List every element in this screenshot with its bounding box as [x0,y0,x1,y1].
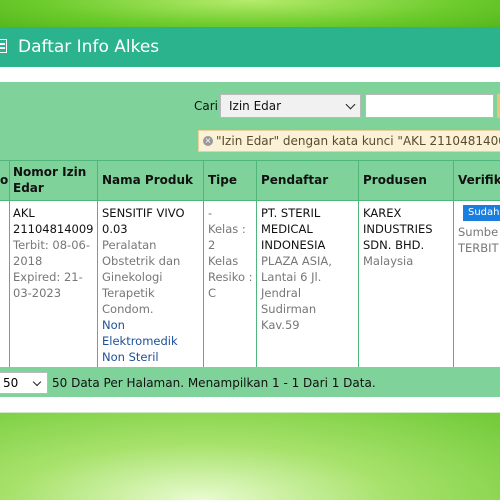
produsen-country: Malaysia [363,254,414,268]
per-page-value: 50 [3,376,19,390]
search-input[interactable] [365,94,494,118]
table-row-verifikasi: Sumbe TERBIT [458,224,500,256]
search-label: Cari [194,99,218,113]
header-verifikasi[interactable]: Verifika [458,160,500,200]
header-produsen[interactable]: Produsen [363,160,451,200]
column-divider [453,160,454,367]
results-table: o Nomor Izin Edar Nama Produk Tipe Penda… [0,160,500,367]
column-divider [203,160,204,367]
pagination-summary: 50 Data Per Halaman. Menampilkan 1 - 1 D… [52,376,376,390]
pendaftar-name: PT. STERIL MEDICAL INDONESIA [261,206,326,252]
izin-expired: Expired: 21-03-2023 [13,270,83,300]
header-pendaftar[interactable]: Pendaftar [261,160,356,200]
produk-category: Non Elektromedik Non Steril [102,318,178,364]
header-nomor-izin[interactable]: Nomor Izin Edar [13,160,93,200]
column-divider [97,160,98,367]
table-icon [0,39,7,53]
table-row-tipe: - Kelas : 2 Kelas Resiko : C [208,205,254,301]
column-divider [256,160,257,367]
izin-terbit: Terbit: 08-06-2018 [13,238,90,268]
chevron-down-icon [32,377,42,387]
pendaftar-address: PLAZA ASIA, Lantai 6 Jl. Jendral Sudirma… [261,254,332,332]
tipe-dash: - [208,206,213,220]
table-row-pendaftar: PT. STERIL MEDICAL INDONESIA PLAZA ASIA,… [261,205,356,333]
produk-name: SENSITIF VIVO 0.03 [102,206,185,236]
verifikasi-sumber: Sumbe [458,225,499,239]
produk-desc: Peralatan Obstetrik dan Ginekologi Terap… [102,238,181,316]
column-divider [358,160,359,367]
header-no[interactable]: o [0,160,9,200]
background-bottom [0,412,500,500]
header-tipe[interactable]: Tipe [208,160,254,200]
active-filter-text: "Izin Edar" dengan kata kunci "AKL 21104… [216,134,500,148]
close-icon[interactable]: × [203,136,213,146]
chevron-down-icon [345,99,356,110]
background-top [0,0,500,30]
panel-footer [0,397,500,413]
column-divider [9,160,10,367]
panel-header: Daftar Info Alkes [0,27,500,67]
table-row-produsen: KAREX INDUSTRIES SDN. BHD. Malaysia [363,205,451,269]
tipe-resiko: Kelas Resiko : C [208,254,253,300]
table-row-produk: SENSITIF VIVO 0.03 Peralatan Obstetrik d… [102,205,201,365]
produsen-name: KAREX INDUSTRIES SDN. BHD. [363,206,433,252]
divider [0,200,500,201]
search-category-value: Izin Edar [229,99,282,113]
tipe-kelas: Kelas : 2 [208,222,246,252]
panel-title: Daftar Info Alkes [18,37,160,57]
status-badge[interactable]: Sudah [463,205,500,221]
table-row-izin: AKL 21104814009 Terbit: 08-06-2018 Expir… [13,205,95,301]
header-nama-produk[interactable]: Nama Produk [102,160,202,200]
verifikasi-terbit: TERBIT [458,241,499,255]
izin-number: AKL 21104814009 [13,206,94,236]
search-category-select[interactable]: Izin Edar [220,94,361,118]
per-page-select[interactable]: 50 [0,372,48,394]
active-filter: × "Izin Edar" dengan kata kunci "AKL 211… [198,130,500,152]
